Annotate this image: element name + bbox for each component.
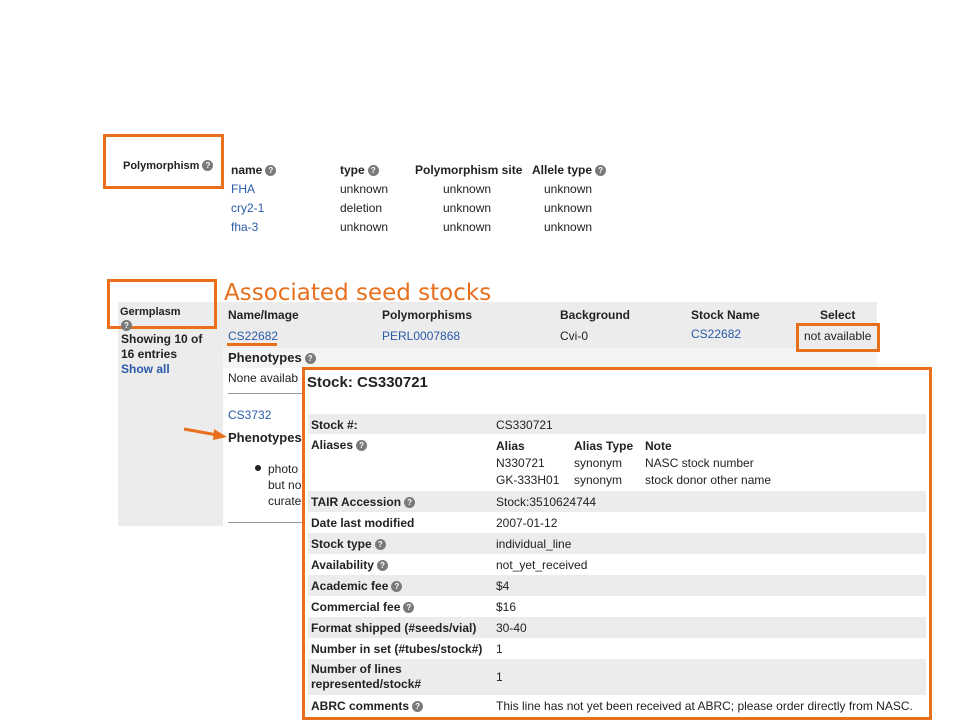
- stock-row: Date last modified 2007-01-12: [311, 516, 558, 530]
- germ-header-stock-name: Stock Name: [691, 308, 760, 322]
- stock-popup-title: Stock: CS330721: [307, 374, 428, 391]
- poly-row-type: unknown: [340, 182, 389, 196]
- poly-row-site: unknown: [443, 182, 492, 196]
- help-icon[interactable]: ?: [265, 165, 277, 176]
- stock-row: ABRC comments? This line has not yet bee…: [311, 699, 913, 713]
- row-divider: [228, 522, 303, 523]
- bullet-icon: [255, 465, 261, 471]
- germplasm-table-header-bg: [223, 302, 877, 348]
- alias-type: synonym: [574, 473, 623, 487]
- alias-note: NASC stock number: [645, 456, 754, 470]
- poly-row-allele: unknown: [544, 201, 593, 215]
- germ-header-name: Name/Image: [228, 308, 299, 322]
- row-divider: [228, 393, 303, 394]
- phenotypes-none-text: None availab: [228, 371, 299, 385]
- stock-row: Number of lines represented/stock# 1: [308, 659, 926, 695]
- stock-row: Stock #: CS330721: [308, 414, 926, 434]
- help-icon[interactable]: ?: [404, 497, 416, 508]
- stock-row: Format shipped (#seeds/vial) 30-40: [308, 617, 926, 638]
- germ-row-background: Cvi-0: [560, 329, 589, 343]
- stock-detail-popup: Stock: CS330721 Stock #: CS330721 Aliase…: [302, 367, 932, 720]
- stock-row: Commercial fee? $16: [311, 600, 517, 614]
- help-icon[interactable]: ?: [121, 320, 132, 331]
- help-icon[interactable]: ?: [202, 160, 214, 171]
- germ-row-select-status: not available: [804, 329, 872, 343]
- showing-entries-text: Showing 10 of 16 entries: [121, 332, 203, 361]
- germ-header-select: Select: [820, 308, 856, 322]
- poly-row-allele: unknown: [544, 182, 593, 196]
- germ-row-polymorphism-link[interactable]: PERL0007868: [382, 329, 460, 343]
- name-underline-highlight: [227, 343, 277, 346]
- poly-header-site: Polymorphism site: [415, 163, 523, 177]
- help-icon[interactable]: ?: [403, 602, 415, 613]
- phenotype-text-line: photo: [268, 462, 299, 476]
- arrow-annotation-icon: [183, 426, 227, 440]
- alias-header: Note: [645, 439, 672, 453]
- help-icon[interactable]: ?: [304, 353, 316, 364]
- poly-row-name-link[interactable]: cry2-1: [231, 201, 264, 215]
- phenotype-text-line: curate: [268, 494, 302, 508]
- help-icon[interactable]: ?: [374, 539, 386, 550]
- stock-row: Number in set (#tubes/stock#) 1: [311, 642, 503, 656]
- stock-row: TAIR Accession? Stock:3510624744: [308, 491, 926, 512]
- poly-row-name-link[interactable]: fha-3: [231, 220, 258, 234]
- alias-value: N330721: [496, 456, 545, 470]
- phenotypes-label: Phenotypes: [228, 430, 302, 445]
- help-icon[interactable]: ?: [595, 165, 607, 176]
- stock-row-aliases: Aliases? Alias Alias Type Note N330721 s…: [311, 438, 772, 487]
- poly-header-allele: Allele type?: [532, 163, 607, 177]
- germ-row-name-link[interactable]: CS22682: [228, 329, 278, 343]
- stock-row: Availability? not_yet_received: [311, 558, 588, 572]
- poly-row-allele: unknown: [544, 220, 593, 234]
- help-icon[interactable]: ?: [412, 701, 424, 712]
- phenotypes-label: Phenotypes?: [228, 350, 316, 365]
- stock-row: Academic fee? $4: [308, 575, 926, 596]
- polymorphism-section-label: Polymorphism?: [123, 160, 214, 172]
- associated-seed-stocks-label: Associated seed stocks: [224, 280, 492, 306]
- alias-note: stock donor other name: [645, 473, 772, 487]
- germ-row-stock-name-link[interactable]: CS22682: [691, 327, 741, 341]
- phenotype-text-line: but no: [268, 478, 302, 492]
- help-icon[interactable]: ?: [376, 560, 388, 571]
- germ-row-name-link[interactable]: CS3732: [228, 408, 271, 422]
- poly-row-site: unknown: [443, 220, 492, 234]
- alias-type: synonym: [574, 456, 623, 470]
- poly-row-name-link[interactable]: FHA: [231, 182, 255, 196]
- help-icon[interactable]: ?: [367, 165, 379, 176]
- germ-header-polymorphisms: Polymorphisms: [382, 308, 473, 322]
- poly-row-type: deletion: [340, 201, 383, 215]
- poly-row-site: unknown: [443, 201, 492, 215]
- show-all-link[interactable]: Show all: [121, 362, 170, 376]
- alias-header: Alias Type: [574, 439, 634, 453]
- germplasm-row-bg: [223, 348, 877, 368]
- poly-row-type: unknown: [340, 220, 389, 234]
- germ-header-background: Background: [560, 308, 631, 322]
- poly-header-type: type?: [340, 163, 379, 177]
- germplasm-section-label: Germplasm: [120, 306, 181, 318]
- help-icon[interactable]: ?: [356, 440, 368, 451]
- help-icon[interactable]: ?: [391, 581, 403, 592]
- poly-header-name: name?: [231, 163, 277, 177]
- stock-row: Stock type? individual_line: [308, 533, 926, 554]
- alias-header: Alias: [496, 439, 525, 453]
- alias-value: GK-333H01: [496, 473, 560, 487]
